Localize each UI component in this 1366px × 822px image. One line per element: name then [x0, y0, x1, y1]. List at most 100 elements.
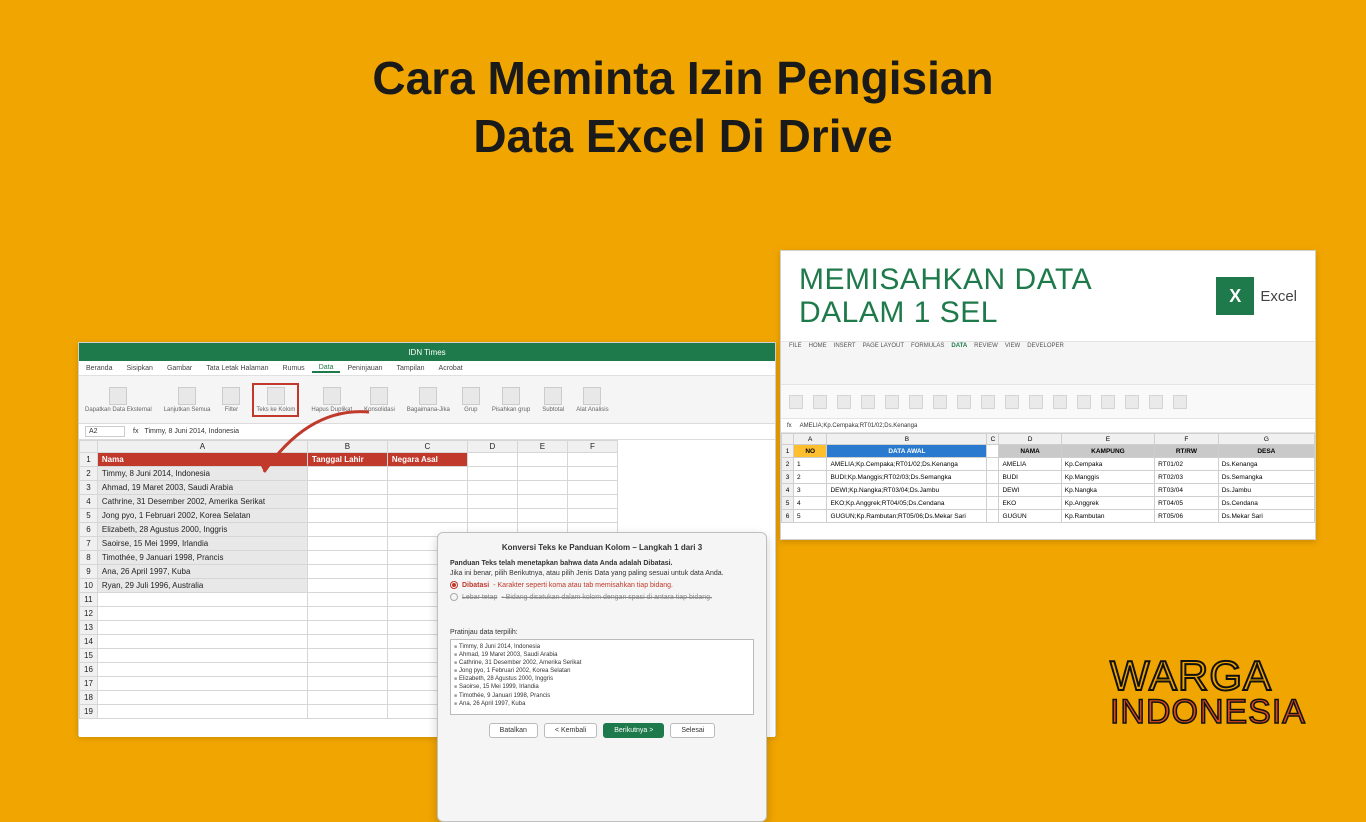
cell[interactable]: Kp.Anggrek	[1061, 497, 1154, 510]
tab-view[interactable]: VIEW	[1005, 343, 1020, 349]
cell[interactable]: RT02/03	[1155, 471, 1219, 484]
cell[interactable]: Kp.Nangka	[1061, 484, 1154, 497]
cell[interactable]: RT01/02	[1155, 458, 1219, 471]
cell[interactable]: Kp.Rambutan	[1061, 510, 1154, 523]
cell[interactable]: Jong pyo, 1 Februari 2002, Korea Selatan	[97, 509, 307, 523]
cell[interactable]: RT03/04	[1155, 484, 1219, 497]
cell[interactable]: Kp.Manggis	[1061, 471, 1154, 484]
filter-icon[interactable]	[957, 395, 971, 409]
remove-dup-icon[interactable]	[1029, 395, 1043, 409]
menu-peninjauan[interactable]: Peninjauan	[340, 365, 389, 372]
radio-delimited[interactable]: Dibatasi - Karakter seperti koma atau ta…	[450, 581, 754, 589]
cell[interactable]: Ds.Semangka	[1218, 471, 1314, 484]
preview-row: Cathrine, 31 Desember 2002, Amerika Seri…	[454, 659, 750, 667]
text-to-columns-icon[interactable]	[981, 395, 995, 409]
finish-button[interactable]: Selesai	[670, 723, 715, 738]
ungroup-icon[interactable]	[1149, 395, 1163, 409]
ribbon-remove-dup[interactable]: Hapus Duplikat	[311, 387, 352, 413]
refresh-icon[interactable]	[909, 395, 923, 409]
from-text-icon[interactable]	[837, 395, 851, 409]
sort-icon[interactable]	[933, 395, 947, 409]
from-web-icon[interactable]	[813, 395, 827, 409]
refresh-icon	[178, 387, 196, 405]
from-other-icon[interactable]	[861, 395, 875, 409]
data-validation-icon[interactable]	[1053, 395, 1067, 409]
cell[interactable]: GUGUN;Kp.Rambutan;RT05/06;Ds.Mekar Sari	[827, 510, 987, 523]
formula-text[interactable]: AMELIA;Kp.Cempaka;RT01/02;Ds.Kenanga	[800, 423, 918, 429]
menu-acrobat[interactable]: Acrobat	[432, 365, 470, 372]
cell[interactable]: DEWI;Kp.Nangka;RT03/04;Ds.Jambu	[827, 484, 987, 497]
tab-formulas[interactable]: FORMULAS	[911, 343, 944, 349]
consolidate-icon[interactable]	[1077, 395, 1091, 409]
formula-text[interactable]: Timmy, 8 Juni 2014, Indonesia	[144, 428, 239, 435]
flash-fill-icon[interactable]	[1005, 395, 1019, 409]
cell[interactable]: Ana, 26 April 1997, Kuba	[97, 565, 307, 579]
cell[interactable]: Elizabeth, 28 Agustus 2000, Inggris	[97, 523, 307, 537]
cell[interactable]: Ahmad, 19 Maret 2003, Saudi Arabia	[97, 481, 307, 495]
cell[interactable]: BUDI	[999, 471, 1061, 484]
from-access-icon[interactable]	[789, 395, 803, 409]
cell[interactable]: 1	[794, 458, 827, 471]
result-table[interactable]: ABCDEFG 1NODATA AWALNAMAKAMPUNGRT/RWDESA…	[781, 433, 1315, 523]
tab-file[interactable]: FILE	[789, 343, 802, 349]
menu-tata-letak[interactable]: Tata Letak Halaman	[199, 365, 275, 372]
cell[interactable]: 5	[794, 510, 827, 523]
cell[interactable]: RT05/06	[1155, 510, 1219, 523]
cell[interactable]: BUDI;Kp.Manggis;RT02/03;Ds.Semangka	[827, 471, 987, 484]
ribbon-analysis[interactable]: Alat Analisis	[576, 387, 608, 413]
whatif-icon[interactable]	[1101, 395, 1115, 409]
tab-page-layout[interactable]: PAGE LAYOUT	[863, 343, 904, 349]
cell[interactable]: RT04/05	[1155, 497, 1219, 510]
subtotal-icon[interactable]	[1173, 395, 1187, 409]
next-button[interactable]: Berikutnya >	[603, 723, 664, 738]
preview-box: Timmy, 8 Juni 2014, Indonesia Ahmad, 19 …	[450, 639, 754, 715]
ribbon-subtotal[interactable]: Subtotal	[542, 387, 564, 413]
cell[interactable]: AMELIA;Kp.Cempaka;RT01/02;Ds.Kenanga	[827, 458, 987, 471]
tab-data[interactable]: DATA	[951, 343, 967, 349]
whatif-icon	[419, 387, 437, 405]
tab-developer[interactable]: DEVELOPER	[1027, 343, 1064, 349]
tab-review[interactable]: REVIEW	[974, 343, 998, 349]
database-icon	[109, 387, 127, 405]
ribbon-filter[interactable]: Filter	[222, 387, 240, 413]
ribbon-refresh[interactable]: Lanjutkan Semua	[164, 387, 211, 413]
cell[interactable]: Ds.Kenanga	[1218, 458, 1314, 471]
tab-home[interactable]: HOME	[809, 343, 827, 349]
menu-data[interactable]: Data	[312, 364, 341, 373]
ribbon-text-to-columns[interactable]: Teks ke Kolom	[252, 383, 299, 417]
menu-rumus[interactable]: Rumus	[276, 365, 312, 372]
ribbon-consolidate[interactable]: Konsolidasi	[364, 387, 395, 413]
cell[interactable]: 3	[794, 484, 827, 497]
cell[interactable]: GUGUN	[999, 510, 1061, 523]
menu-sisipkan[interactable]: Sisipkan	[119, 365, 159, 372]
cell[interactable]: DEWI	[999, 484, 1061, 497]
ribbon-whatif[interactable]: Bagaimana-Jika	[407, 387, 450, 413]
cell[interactable]: Ds.Mekar Sari	[1218, 510, 1314, 523]
connections-icon[interactable]	[885, 395, 899, 409]
group-icon[interactable]	[1125, 395, 1139, 409]
cell[interactable]: Kp.Cempaka	[1061, 458, 1154, 471]
cancel-button[interactable]: Batalkan	[489, 723, 538, 738]
cell[interactable]: Ds.Cendana	[1218, 497, 1314, 510]
cell[interactable]: EKO	[999, 497, 1061, 510]
back-button[interactable]: < Kembali	[544, 723, 597, 738]
cell[interactable]: Saoirse, 15 Mei 1999, Irlandia	[97, 537, 307, 551]
cell[interactable]: 4	[794, 497, 827, 510]
menu-beranda[interactable]: Beranda	[79, 365, 119, 372]
ribbon-get-external[interactable]: Dapatkan Data Eksternal	[85, 387, 152, 413]
radio-fixed-width[interactable]: Lebar tetap - Bidang disatukan dalam kol…	[450, 593, 754, 601]
cell[interactable]: Timothée, 9 Januari 1998, Prancis	[97, 551, 307, 565]
ribbon-ungroup[interactable]: Pisahkan grup	[492, 387, 530, 413]
tab-insert[interactable]: INSERT	[834, 343, 856, 349]
cell[interactable]: Ryan, 29 Juli 1996, Australia	[97, 579, 307, 593]
cell[interactable]: EKO;Kp.Anggrek;RT04/05;Ds.Cendana	[827, 497, 987, 510]
cell[interactable]: 2	[794, 471, 827, 484]
cell[interactable]: Ds.Jambu	[1218, 484, 1314, 497]
cell[interactable]: Timmy, 8 Juni 2014, Indonesia	[97, 467, 307, 481]
cell[interactable]: Cathrine, 31 Desember 2002, Amerika Seri…	[97, 495, 307, 509]
cell[interactable]: AMELIA	[999, 458, 1061, 471]
ribbon-group[interactable]: Grup	[462, 387, 480, 413]
name-box[interactable]: A2	[85, 426, 125, 437]
menu-gambar[interactable]: Gambar	[160, 365, 199, 372]
menu-tampilan[interactable]: Tampilan	[390, 365, 432, 372]
